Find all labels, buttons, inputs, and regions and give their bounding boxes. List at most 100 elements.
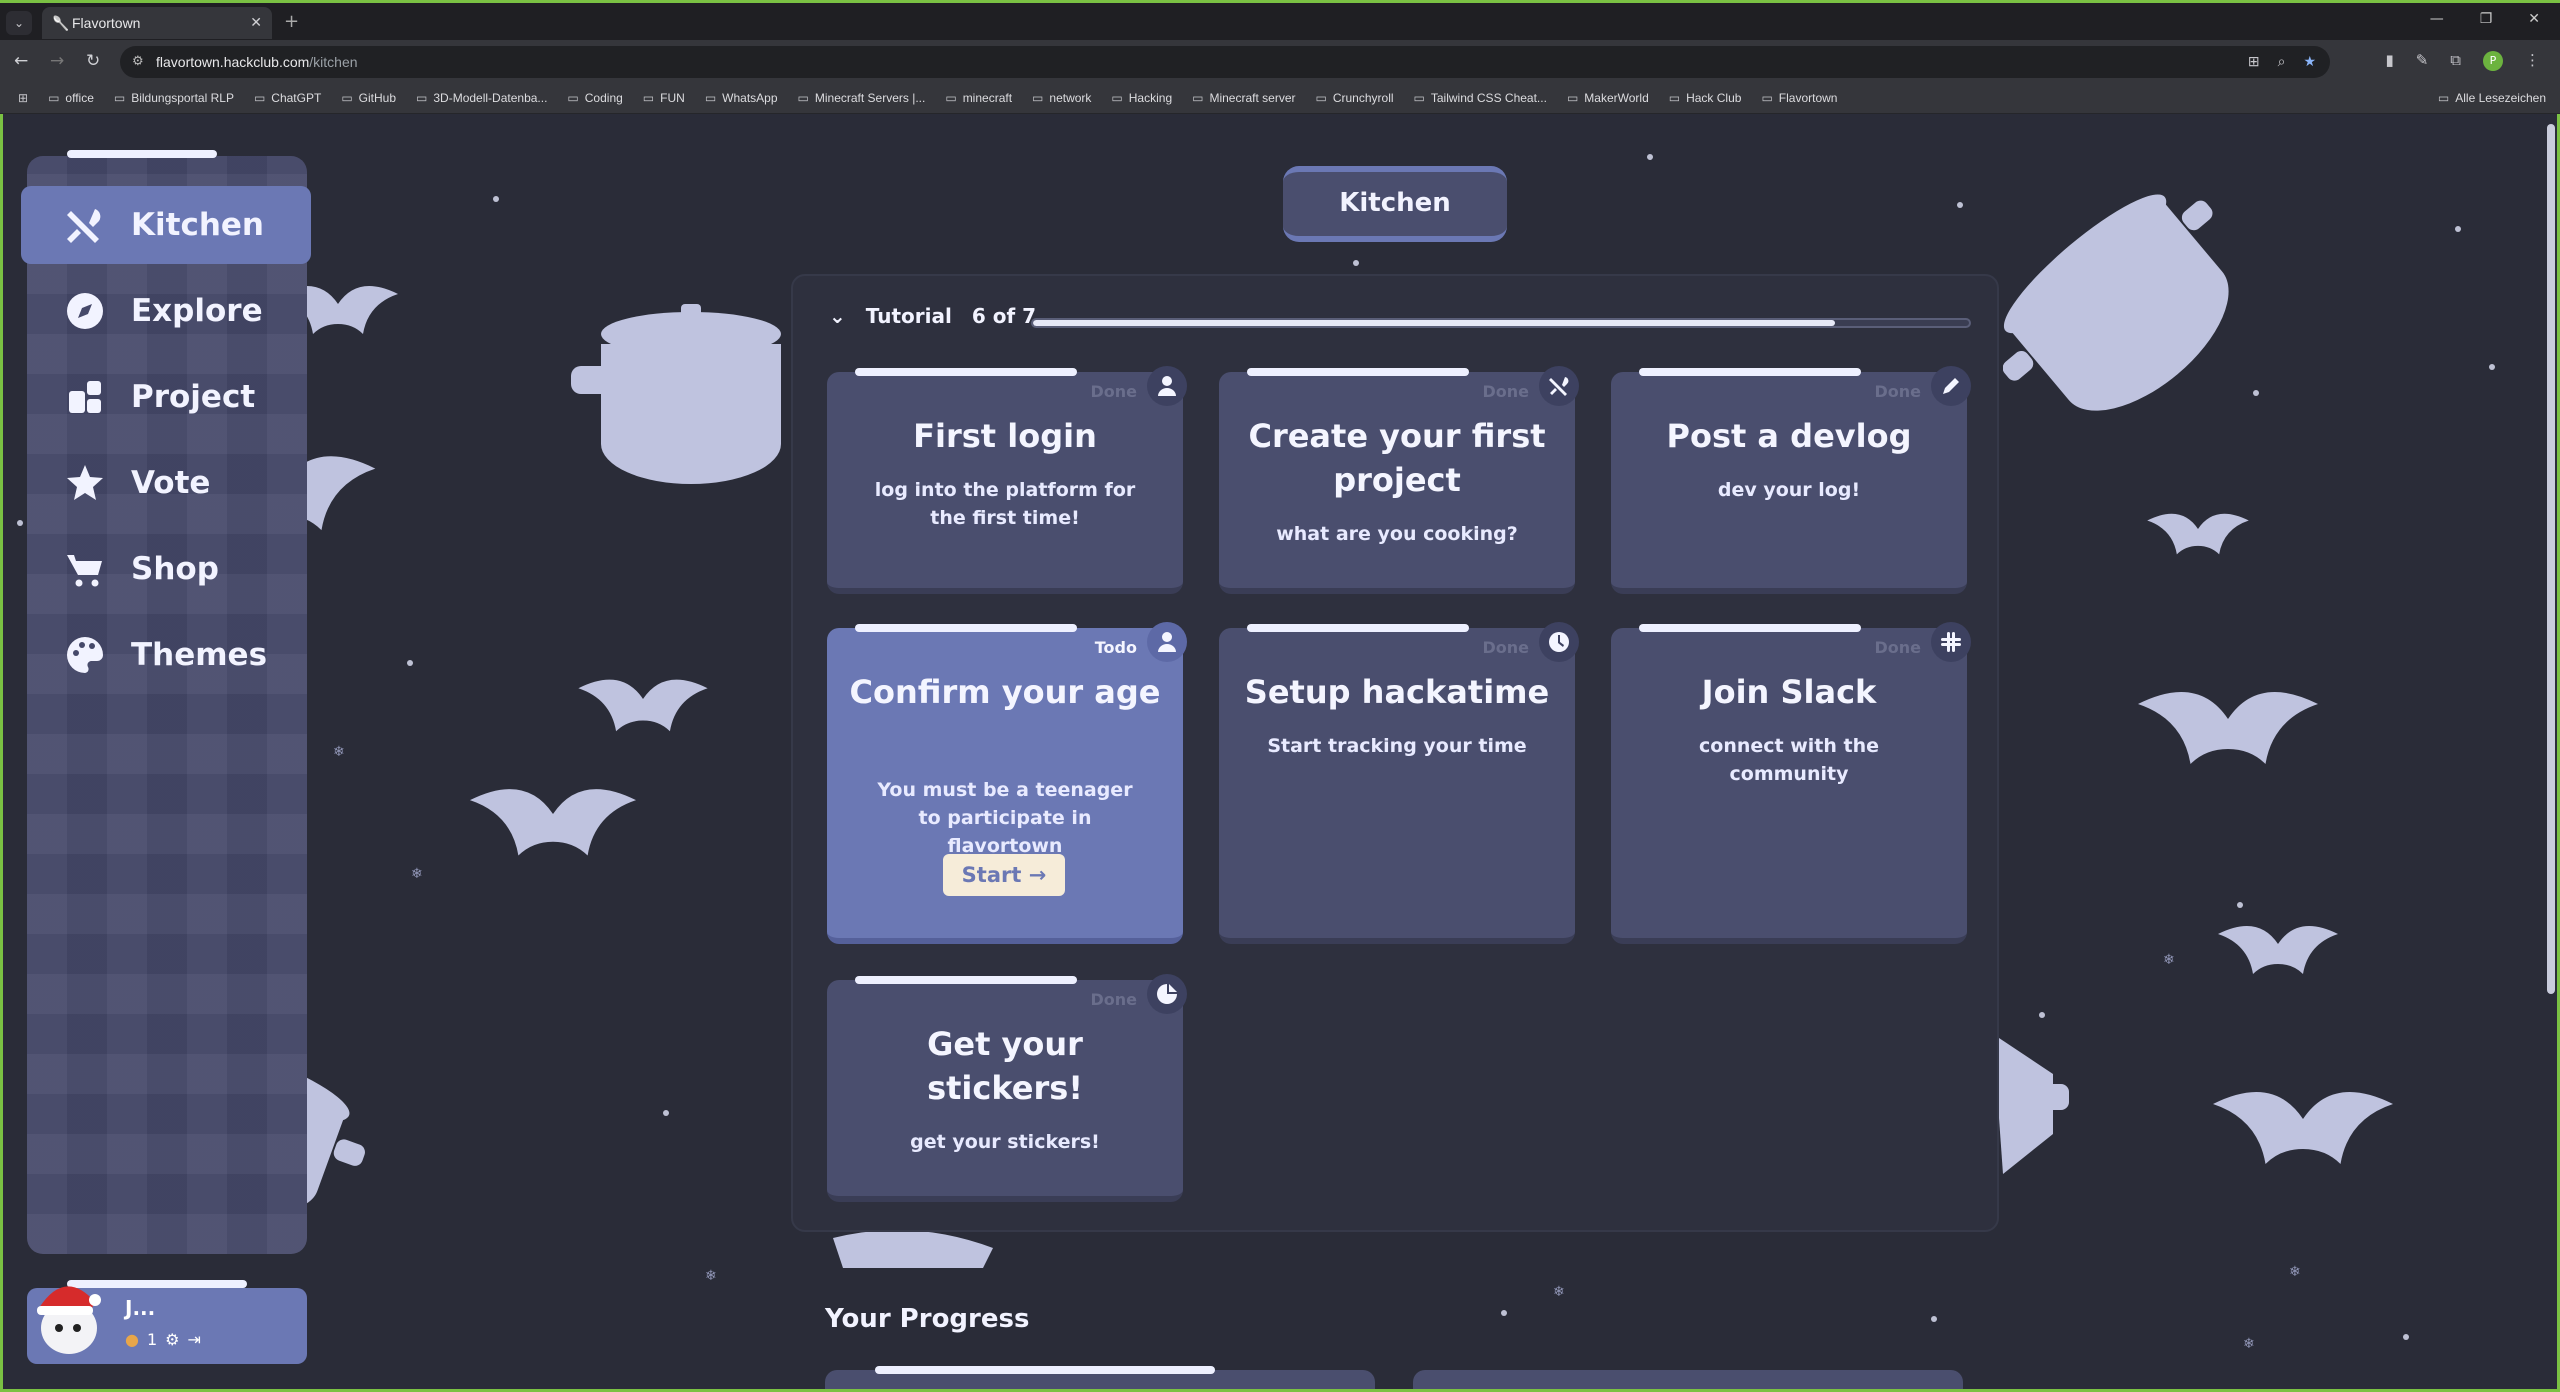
card-description: Start tracking your time	[1267, 735, 1527, 757]
cookie-icon: ●	[125, 1330, 139, 1349]
bookmark-item[interactable]: ▭ Hack Club	[1669, 91, 1742, 105]
star-decoration	[1957, 202, 1963, 208]
tutorial-card-create-project[interactable]: Done Create your first project what are …	[1219, 366, 1579, 594]
extensions-puzzle-icon[interactable]: ⧉	[2450, 51, 2461, 71]
bookmark-item[interactable]: ▭ Bildungsportal RLP	[114, 91, 234, 105]
tutorial-card-join-slack[interactable]: Done Join Slack connect with the communi…	[1611, 622, 1971, 944]
tutorial-card-first-login[interactable]: Done First login log into the platform f…	[827, 366, 1187, 594]
logout-icon[interactable]: ⇥	[188, 1330, 201, 1349]
bookmark-folder-icon: ▭	[113, 91, 126, 105]
tab-close-icon[interactable]: ✕	[250, 14, 262, 31]
tutorial-card-setup-hackatime[interactable]: Done Setup hackatime Start tracking your…	[1219, 622, 1579, 944]
card-description: You must be a teenager to participate in…	[877, 779, 1133, 857]
sidebar-item-label: Vote	[131, 465, 211, 501]
bookmark-item[interactable]: ▭ Minecraft server	[1192, 91, 1295, 105]
cooking-pot-decoration	[2003, 194, 2229, 411]
bookmark-item[interactable]: ▭ Flavortown	[1761, 91, 1837, 105]
sidebar-item-shop[interactable]: Shop	[21, 530, 311, 608]
tutorial-card-confirm-age[interactable]: Todo Confirm your age You must be a teen…	[827, 622, 1187, 944]
card-title: Setup hackatime	[1244, 673, 1550, 711]
all-bookmarks[interactable]: ▭ Alle Lesezeichen	[2438, 91, 2546, 105]
cooking-pot-lid-decoration	[833, 1230, 993, 1268]
bookmark-item[interactable]: ▭ Coding	[567, 91, 622, 105]
section-title: Your Progress	[825, 1304, 1030, 1334]
address-bar[interactable]: ⚙ flavortown.hackclub.com/kitchen ⊞ ⌕ ★	[120, 46, 2330, 78]
bookmark-item[interactable]: ▭ Minecraft Servers |...	[798, 91, 926, 105]
bookmark-item[interactable]: ▭ Crunchyroll	[1316, 91, 1394, 105]
bookmark-item[interactable]: ▭ 3D-Modell-Datenba...	[416, 91, 547, 105]
settings-gear-icon[interactable]: ⚙	[165, 1330, 179, 1349]
tape-decoration	[1247, 368, 1469, 376]
sidebar-item-vote[interactable]: Vote	[21, 444, 311, 522]
card-title: First login	[913, 417, 1097, 455]
progress-card	[1413, 1370, 1963, 1389]
site-info-icon[interactable]: ⚙	[132, 53, 144, 69]
bookmark-folder-icon: ▭	[1315, 91, 1327, 105]
bat-decoration	[2147, 513, 2249, 555]
bookmark-item[interactable]: ▭ FUN	[643, 91, 685, 105]
bookmark-item[interactable]: ▭ minecraft	[945, 91, 1012, 105]
tape-decoration	[1639, 624, 1861, 632]
card-title: Join Slack	[1701, 673, 1877, 711]
window-close-icon[interactable]: ✕	[2528, 11, 2540, 27]
tab-title: Flavortown	[72, 15, 141, 31]
compass-icon	[67, 293, 103, 329]
user-card[interactable]: J... ● 1 ⚙ ⇥	[27, 1280, 307, 1364]
star-decoration	[2403, 1334, 2409, 1340]
sidebar-item-themes[interactable]: Themes	[21, 616, 311, 694]
utensils-icon	[1549, 377, 1569, 396]
bookmark-item[interactable]: ▭ GitHub	[341, 91, 396, 105]
bookmark-folder-icon: ▭	[48, 91, 60, 105]
url-path: /kitchen	[309, 54, 358, 70]
tutorial-toggle[interactable]: ⌄ Tutorial 6 of 7	[829, 304, 1036, 328]
bookmark-item[interactable]: ▭ WhatsApp	[705, 91, 778, 105]
bookmark-item[interactable]: ▭ ChatGPT	[254, 91, 321, 105]
tutorial-progress-bar	[1031, 318, 1971, 328]
snowflake-decoration: ❄	[333, 744, 345, 760]
minimize-icon[interactable]: —	[2430, 11, 2444, 27]
reload-icon[interactable]: ↻	[86, 51, 100, 71]
bookmark-item[interactable]: ▭ MakerWorld	[1567, 91, 1649, 105]
eyedropper-icon[interactable]: ✎	[2416, 51, 2429, 71]
status-badge: Done	[1874, 382, 1921, 401]
tutorial-card-post-devlog[interactable]: Done Post a devlog dev your log!	[1611, 366, 1971, 594]
bookmark-folder-icon: ▭	[704, 91, 717, 105]
bookmark-item[interactable]: ▭ network	[1032, 91, 1091, 105]
page-scrollbar[interactable]	[2545, 114, 2557, 1389]
star-icon	[67, 465, 103, 500]
restore-icon[interactable]: ❐	[2480, 11, 2493, 27]
bookmark-item[interactable]: ▭ office	[48, 91, 94, 105]
forward-arrow-icon[interactable]: →	[50, 51, 64, 71]
scrollbar-thumb[interactable]	[2547, 124, 2555, 994]
cooking-pot-decoration	[571, 304, 781, 484]
extension-icon[interactable]: ▮	[2385, 51, 2393, 71]
profile-avatar[interactable]: P	[2483, 51, 2503, 71]
new-tab-plus-icon[interactable]: +	[284, 11, 299, 32]
card-description: what are you cooking?	[1276, 523, 1518, 545]
zoom-icon[interactable]: ⌕	[2278, 53, 2286, 70]
status-badge: Todo	[1094, 638, 1137, 657]
sidebar-item-kitchen[interactable]: Kitchen	[21, 186, 311, 264]
tutorial-card-get-stickers[interactable]: Done Get your stickers! get your sticker…	[827, 974, 1187, 1202]
snowflake-decoration: ❄	[2243, 1336, 2255, 1352]
browser-tab-bar: ⌄ 🥄 Flavortown ✕ + — ❐ ✕	[0, 0, 2560, 40]
bookmark-star-icon[interactable]: ★	[2303, 53, 2316, 70]
user-icon	[1158, 376, 1176, 396]
pencil-icon	[1943, 378, 1959, 394]
apps-grid-icon[interactable]: ⊞	[18, 91, 28, 105]
translate-icon[interactable]: ⊞	[2248, 53, 2260, 70]
back-arrow-icon[interactable]: ←	[14, 51, 28, 71]
menu-kebab-icon[interactable]: ⋮	[2525, 51, 2540, 71]
tab-list-chevron-icon[interactable]: ⌄	[6, 11, 32, 35]
bookmark-folder-icon: ▭	[945, 91, 957, 105]
start-button[interactable]: Start →	[943, 854, 1065, 896]
card-description: dev your log!	[1717, 479, 1861, 501]
sidebar-item-explore[interactable]: Explore	[21, 272, 311, 350]
bookmark-folder-icon: ▭	[1668, 91, 1681, 105]
bookmark-item[interactable]: ▭ Hacking	[1111, 91, 1172, 105]
sidebar-item-project[interactable]: Project	[21, 358, 311, 436]
star-decoration	[1353, 260, 1359, 266]
snowflake-decoration: ❄	[1553, 1284, 1565, 1300]
browser-tab[interactable]: 🥄 Flavortown ✕	[42, 7, 272, 39]
bookmark-item[interactable]: ▭ Tailwind CSS Cheat...	[1414, 91, 1547, 105]
